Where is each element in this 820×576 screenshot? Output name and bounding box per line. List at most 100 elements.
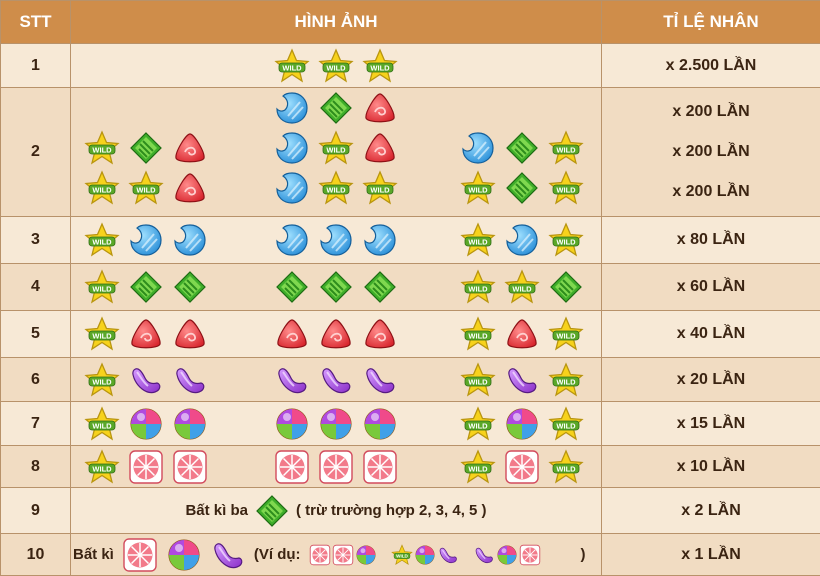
multiplier-cell: x 200 LẦN x 200 LẦN x 200 LẦN — [602, 88, 820, 217]
blue-candy-icon — [460, 130, 496, 166]
row-7: 7 WILD WILD WIL — [1, 402, 820, 446]
grapefruit-candy-icon — [332, 544, 354, 566]
wild-icon: WILD — [460, 406, 496, 442]
wild-icon: WILD — [460, 170, 496, 206]
example-combo: WILD — [391, 544, 459, 566]
wild-icon: WILD — [84, 406, 120, 442]
symbol-group: WILD — [84, 316, 208, 352]
red-candy-icon — [172, 316, 208, 352]
symbol-group: WILD — [84, 406, 208, 442]
green-candy-icon — [504, 170, 540, 206]
image-cell: WILD WILD WILD — [71, 264, 602, 311]
candy-ball-icon — [128, 406, 164, 442]
multiplier-cell: x 10 LẦN — [602, 446, 820, 488]
row-9: 9 Bất kì ba ( trừ trường hợp 2, 3, 4, 5 … — [1, 488, 820, 534]
svg-text:WILD: WILD — [396, 553, 408, 558]
symbol-line: WILD WILD WILD — [71, 46, 601, 86]
multiplier: x 1 LẦN — [602, 535, 820, 575]
green-candy-icon — [128, 269, 164, 305]
purple-candy-icon — [274, 362, 310, 398]
svg-text:WILD: WILD — [92, 377, 112, 386]
svg-text:WILD: WILD — [92, 464, 112, 473]
green-candy-icon — [318, 269, 354, 305]
red-candy-icon — [128, 316, 164, 352]
symbol-group — [274, 90, 398, 126]
svg-text:WILD: WILD — [92, 284, 112, 293]
wild-icon: WILD — [548, 362, 584, 398]
svg-text:WILD: WILD — [92, 237, 112, 246]
stt-cell: 5 — [1, 311, 71, 358]
wild-icon: WILD — [460, 269, 496, 305]
purple-candy-icon — [504, 362, 540, 398]
wild-icon: WILD — [84, 170, 120, 206]
green-candy-icon — [128, 130, 164, 166]
wild-icon: WILD — [84, 316, 120, 352]
multiplier: x 15 LẦN — [602, 404, 820, 444]
wild-icon: WILD — [318, 130, 354, 166]
purple-candy-icon — [473, 544, 495, 566]
green-candy-icon — [274, 269, 310, 305]
symbol-group: WILD WILD — [460, 170, 584, 206]
wild-icon: WILD — [548, 222, 584, 258]
wild-icon: WILD — [84, 362, 120, 398]
green-candy-icon — [254, 493, 290, 529]
candy-ball-icon — [318, 406, 354, 442]
svg-text:WILD: WILD — [92, 145, 112, 154]
wild-icon: WILD — [460, 222, 496, 258]
multiplier: x 200 LẦN — [602, 172, 820, 212]
svg-text:WILD: WILD — [556, 237, 576, 246]
symbol-group — [274, 362, 398, 398]
symbol-group: WILD WILD — [460, 449, 584, 485]
blue-candy-icon — [274, 90, 310, 126]
symbol-group: WILD — [84, 269, 208, 305]
symbol-group: WILD WILD — [460, 406, 584, 442]
multiplier: x 2 LẦN — [602, 491, 820, 531]
symbol-group: WILD WILD — [460, 269, 584, 305]
blue-candy-icon — [318, 222, 354, 258]
multiplier-cell: x 60 LẦN — [602, 264, 820, 311]
svg-text:WILD: WILD — [556, 331, 576, 340]
multiplier: x 200 LẦN — [602, 132, 820, 172]
purple-candy-icon — [172, 362, 208, 398]
blue-candy-icon — [362, 222, 398, 258]
svg-text:WILD: WILD — [556, 185, 576, 194]
red-candy-icon — [362, 90, 398, 126]
row-5: 5 WILD WILD WIL — [1, 311, 820, 358]
rule-note: Bất kì (Ví dụ: WILD — [71, 537, 601, 573]
svg-text:WILD: WILD — [326, 145, 346, 154]
multiplier-cell: x 80 LẦN — [602, 217, 820, 264]
multiplier: x 80 LẦN — [602, 220, 820, 260]
purple-candy-icon — [210, 537, 246, 573]
svg-text:WILD: WILD — [92, 185, 112, 194]
svg-text:WILD: WILD — [512, 284, 532, 293]
svg-text:WILD: WILD — [92, 421, 112, 430]
stt-cell: 6 — [1, 358, 71, 402]
svg-text:WILD: WILD — [468, 377, 488, 386]
header-row: STT HÌNH ẢNH TỈ LỆ NHÂN — [1, 1, 820, 44]
image-cell: WILD WILD WILD — [71, 402, 602, 446]
example-list: WILD — [309, 544, 541, 566]
example-close: ) — [581, 546, 586, 563]
image-cell: Bất kì (Ví dụ: WILD — [71, 534, 602, 576]
grapefruit-candy-icon — [362, 449, 398, 485]
symbol-group — [274, 222, 398, 258]
grapefruit-candy-icon — [128, 449, 164, 485]
stt-cell: 9 — [1, 488, 71, 534]
symbol-group: WILD WILD — [460, 316, 584, 352]
blue-candy-icon — [274, 222, 310, 258]
svg-text:WILD: WILD — [92, 331, 112, 340]
wild-icon: WILD — [460, 316, 496, 352]
header-stt: STT — [1, 1, 71, 44]
wild-icon: WILD — [460, 362, 496, 398]
wild-icon: WILD — [274, 48, 310, 84]
svg-text:WILD: WILD — [370, 185, 390, 194]
wild-icon: WILD — [548, 130, 584, 166]
image-cell: WILD WILD WILD — [71, 217, 602, 264]
green-candy-icon — [172, 269, 208, 305]
symbol-group: WILD — [274, 130, 398, 166]
row-6: 6 WILD WILD WIL — [1, 358, 820, 402]
blue-candy-icon — [128, 222, 164, 258]
symbol-group: WILD WILD — [84, 170, 208, 206]
wild-icon: WILD — [504, 269, 540, 305]
image-cell: WILD WILD WILD — [71, 358, 602, 402]
